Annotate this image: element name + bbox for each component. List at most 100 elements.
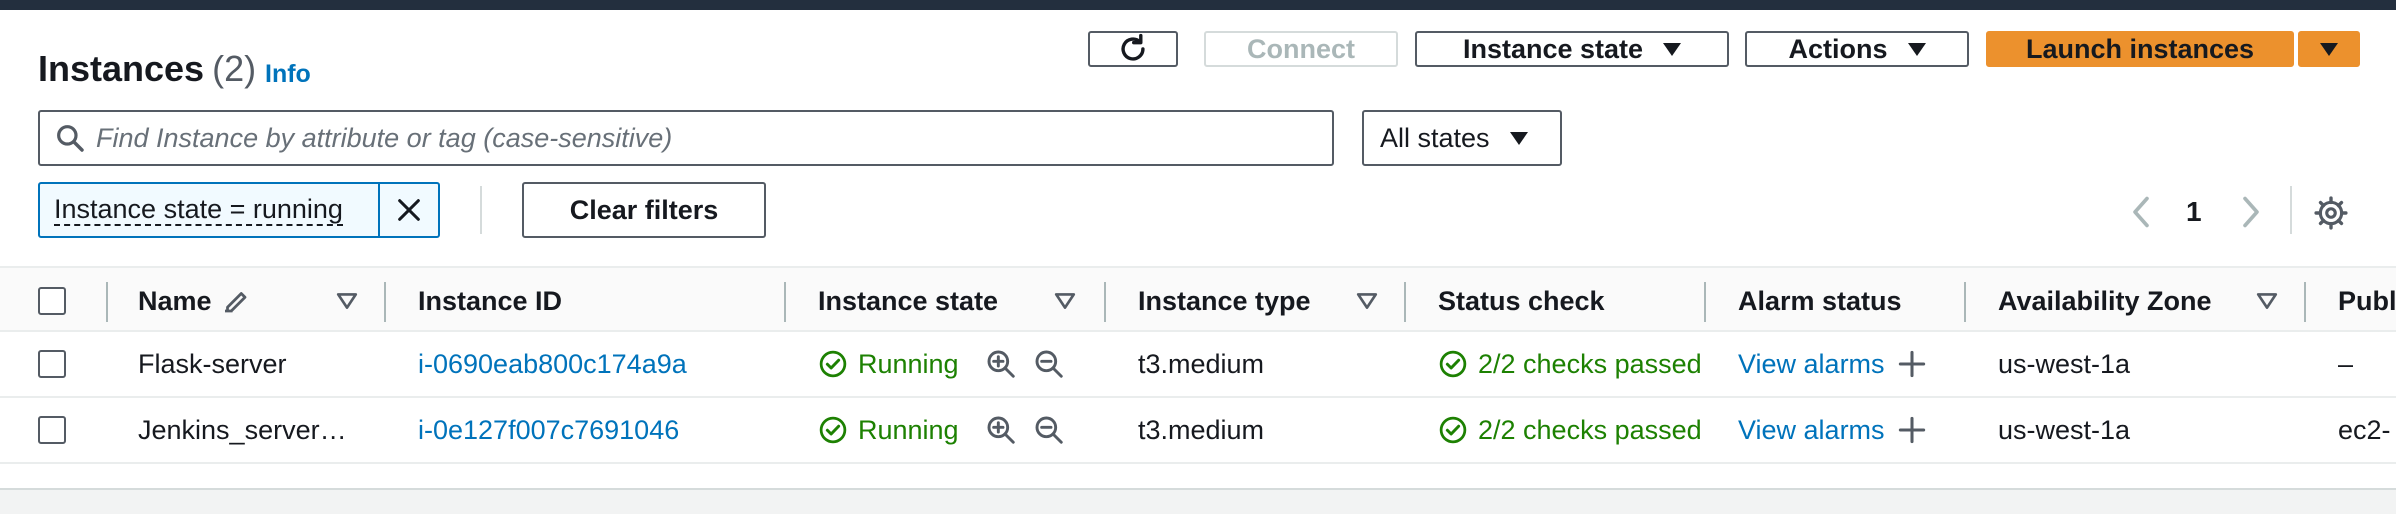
connect-button[interactable]: Connect bbox=[1204, 31, 1398, 67]
check-circle-icon bbox=[819, 350, 847, 378]
clear-filters-label: Clear filters bbox=[569, 194, 719, 225]
cell-instance-state: Running bbox=[818, 398, 959, 462]
pager-divider bbox=[2290, 186, 2292, 234]
filter-token-label[interactable]: Instance state = running bbox=[40, 184, 378, 236]
refresh-icon bbox=[1121, 33, 1145, 61]
column-header-availability-zone[interactable]: Availability Zone bbox=[1998, 268, 2212, 334]
gear-icon[interactable] bbox=[2314, 196, 2348, 230]
cell-availability-zone: us-west-1a bbox=[1998, 348, 2131, 379]
chevron-right-icon[interactable] bbox=[2240, 194, 2262, 230]
column-label: Instance state bbox=[818, 285, 999, 316]
info-link[interactable]: Info bbox=[265, 60, 311, 89]
launch-options-button[interactable] bbox=[2298, 31, 2360, 67]
actions-button[interactable]: Actions bbox=[1745, 31, 1969, 67]
column-divider bbox=[1704, 282, 1706, 322]
clear-filters-button[interactable]: Clear filters bbox=[522, 182, 766, 238]
sort-icon[interactable] bbox=[1356, 290, 1378, 312]
zoom-out-icon[interactable] bbox=[1033, 348, 1065, 380]
page-title-text: Instances bbox=[38, 48, 205, 89]
column-divider bbox=[1964, 282, 1966, 322]
caret-down-icon bbox=[1663, 42, 1682, 56]
instance-state-button[interactable]: Instance state bbox=[1415, 31, 1729, 67]
instance-id-link[interactable]: i-0e127f007c7691046 bbox=[418, 398, 679, 462]
column-divider bbox=[784, 282, 786, 322]
add-alarm-icon[interactable] bbox=[1898, 416, 1926, 444]
column-header-name[interactable]: Name bbox=[138, 268, 250, 334]
column-header-instance-state[interactable]: Instance state bbox=[818, 268, 998, 334]
table-row[interactable]: Jenkins_server… i-0e127f007c7691046 Runn… bbox=[0, 398, 2396, 464]
table-header: Name Instance ID Instance state Instance… bbox=[0, 266, 2396, 332]
column-label: Publ bbox=[2338, 285, 2396, 316]
remove-filter-button[interactable] bbox=[378, 184, 438, 236]
instance-id-link[interactable]: i-0690eab800c174a9a bbox=[418, 332, 687, 396]
cell-instance-type: t3.medium bbox=[1138, 348, 1265, 379]
caret-down-icon bbox=[2320, 42, 2338, 56]
cell-status-check: 2/2 checks passed bbox=[1438, 332, 1706, 396]
actions-label: Actions bbox=[1788, 33, 1888, 64]
states-select[interactable]: All states bbox=[1362, 110, 1562, 166]
filter-divider bbox=[480, 186, 482, 234]
check-circle-icon bbox=[1439, 350, 1467, 378]
cell-availability-zone: us-west-1a bbox=[1998, 414, 2131, 445]
cell-public: – bbox=[2338, 348, 2354, 379]
search-input[interactable]: Find Instance by attribute or tag (case-… bbox=[38, 110, 1334, 166]
cell-instance-type: t3.medium bbox=[1138, 414, 1265, 445]
page-number[interactable]: 1 bbox=[2186, 196, 2202, 228]
zoom-out-icon[interactable] bbox=[1033, 414, 1065, 446]
column-header-status-check[interactable]: Status check bbox=[1438, 268, 1605, 334]
status-check-text: 2/2 checks passed bbox=[1478, 414, 1702, 445]
states-select-value: All states bbox=[1380, 122, 1490, 153]
table-row[interactable]: Flask-server i-0690eab800c174a9a Running… bbox=[0, 332, 2396, 398]
zoom-in-icon[interactable] bbox=[985, 414, 1017, 446]
column-divider bbox=[106, 282, 108, 322]
column-label: Instance ID bbox=[418, 285, 563, 316]
connect-label: Connect bbox=[1247, 33, 1355, 64]
column-header-instance-type[interactable]: Instance type bbox=[1138, 268, 1311, 334]
edit-icon bbox=[224, 292, 246, 313]
page-title: Instances (2) bbox=[38, 48, 256, 90]
search-placeholder: Find Instance by attribute or tag (case-… bbox=[96, 122, 673, 153]
zoom-in-icon[interactable] bbox=[985, 348, 1017, 380]
launch-instances-button[interactable]: Launch instances bbox=[1986, 31, 2294, 67]
column-header-public[interactable]: Publ bbox=[2338, 268, 2396, 334]
instances-panel: Instances (2) Info Connect Instance state… bbox=[0, 10, 2396, 490]
cell-instance-state: Running bbox=[818, 332, 959, 396]
state-text: Running bbox=[858, 414, 959, 445]
select-all-checkbox[interactable] bbox=[38, 287, 66, 315]
check-circle-icon bbox=[819, 416, 847, 444]
cell-name: Flask-server bbox=[138, 348, 287, 379]
column-label: Name bbox=[138, 285, 212, 316]
filter-token: Instance state = running bbox=[38, 182, 440, 238]
check-circle-icon bbox=[1439, 416, 1467, 444]
add-alarm-icon[interactable] bbox=[1898, 350, 1926, 378]
sort-icon[interactable] bbox=[1054, 290, 1076, 312]
column-label: Alarm status bbox=[1738, 285, 1902, 316]
cell-status-check: 2/2 checks passed bbox=[1438, 398, 1706, 462]
column-header-instance-id[interactable]: Instance ID bbox=[418, 268, 562, 334]
column-label: Status check bbox=[1438, 285, 1605, 316]
search-icon bbox=[57, 125, 84, 152]
chevron-left-icon[interactable] bbox=[2130, 194, 2152, 230]
cell-name: Jenkins_server… bbox=[138, 414, 347, 445]
row-checkbox[interactable] bbox=[38, 416, 66, 444]
refresh-button[interactable] bbox=[1088, 31, 1178, 67]
column-label: Availability Zone bbox=[1998, 285, 2212, 316]
status-check-text: 2/2 checks passed bbox=[1478, 348, 1702, 379]
cell-public: ec2- bbox=[2338, 414, 2391, 445]
column-divider bbox=[1404, 282, 1406, 322]
row-checkbox[interactable] bbox=[38, 350, 66, 378]
column-divider bbox=[384, 282, 386, 322]
view-alarms-link[interactable]: View alarms bbox=[1738, 332, 1885, 396]
instance-count: (2) bbox=[212, 48, 257, 89]
state-text: Running bbox=[858, 348, 959, 379]
instance-state-label: Instance state bbox=[1462, 33, 1644, 64]
sort-icon[interactable] bbox=[336, 290, 358, 312]
launch-label: Launch instances bbox=[2025, 33, 2255, 64]
view-alarms-link[interactable]: View alarms bbox=[1738, 398, 1885, 462]
close-icon bbox=[398, 199, 420, 221]
column-divider bbox=[2304, 282, 2306, 322]
sort-icon[interactable] bbox=[2256, 290, 2278, 312]
filter-token-text: Instance state = running bbox=[54, 194, 343, 226]
caret-down-icon bbox=[1509, 131, 1528, 145]
column-header-alarm-status[interactable]: Alarm status bbox=[1738, 268, 1902, 334]
